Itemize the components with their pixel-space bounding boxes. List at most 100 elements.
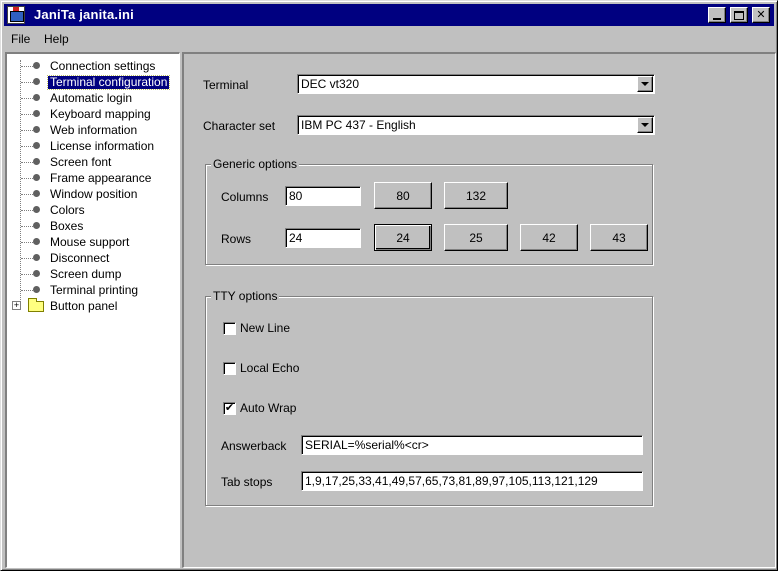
tree-item-automatic-login[interactable]: Automatic login — [7, 91, 177, 107]
leaf-node-icon — [33, 78, 40, 85]
rows-43-button[interactable]: 43 — [590, 224, 648, 251]
maximize-button[interactable] — [730, 7, 748, 23]
new-line-option[interactable]: New Line — [223, 321, 343, 337]
charset-select-value: IBM PC 437 - English — [301, 118, 416, 132]
tree-item-label: Screen font — [50, 155, 112, 169]
window-title: JaniTa janita.ini — [34, 7, 134, 22]
tree-connector — [21, 66, 33, 67]
tree-item-colors[interactable]: Colors — [7, 203, 177, 219]
settings-panel: Terminal DEC vt320 Character set IBM PC … — [182, 52, 776, 568]
tree-connector — [21, 162, 33, 163]
tree-connector — [21, 274, 33, 275]
tree-connector — [21, 146, 33, 147]
tree-item-label: Mouse support — [50, 235, 130, 249]
terminal-select[interactable]: DEC vt320 — [297, 74, 655, 94]
tree-connector — [21, 210, 33, 211]
answerback-label: Answerback — [221, 439, 287, 453]
new-line-checkbox[interactable] — [223, 322, 236, 335]
tree-item-label: Terminal configuration — [46, 75, 171, 90]
tree-connector — [21, 290, 33, 291]
tree-item-license-information[interactable]: License information — [7, 139, 177, 155]
rows-24-button[interactable]: 24 — [374, 224, 432, 251]
tree-connector — [21, 82, 33, 83]
menu-file[interactable]: File — [11, 32, 30, 46]
tree-item-mouse-support[interactable]: Mouse support — [7, 235, 177, 251]
minimize-icon — [713, 18, 721, 20]
app-icon[interactable] — [7, 6, 25, 24]
tree-item-keyboard-mapping[interactable]: Keyboard mapping — [7, 107, 177, 123]
tree-item-label: Disconnect — [50, 251, 110, 265]
tree-item-connection-settings[interactable]: Connection settings — [7, 59, 177, 75]
columns-label: Columns — [221, 190, 269, 204]
terminal-select-value: DEC vt320 — [301, 77, 360, 91]
tree-connector — [21, 178, 33, 179]
leaf-node-icon — [33, 62, 40, 69]
tree-item-label: Boxes — [50, 219, 84, 233]
expand-icon[interactable]: + — [12, 301, 21, 310]
leaf-node-icon — [33, 126, 40, 133]
tab-stops-input[interactable]: 1,9,17,25,33,41,49,57,65,73,81,89,97,105… — [301, 471, 643, 491]
app-window: JaniTa janita.ini ✕ File Help Connection… — [0, 0, 778, 571]
rows-42-button[interactable]: 42 — [520, 224, 578, 251]
leaf-node-icon — [33, 174, 40, 181]
title-bar[interactable]: JaniTa janita.ini ✕ — [4, 4, 774, 26]
rows-input[interactable]: 24 — [285, 228, 361, 248]
leaf-node-icon — [33, 158, 40, 165]
tree-item-screen-dump[interactable]: Screen dump — [7, 267, 177, 283]
tree-item-web-information[interactable]: Web information — [7, 123, 177, 139]
chevron-down-icon[interactable] — [637, 76, 653, 92]
tree-item-label: Keyboard mapping — [50, 107, 151, 121]
charset-select[interactable]: IBM PC 437 - English — [297, 115, 655, 135]
charset-label: Character set — [203, 119, 276, 133]
tree-item-label: Button panel — [50, 299, 118, 313]
tree-item-label: Window position — [50, 187, 138, 201]
tree-item-label: Screen dump — [50, 267, 122, 281]
new-line-label: New Line — [240, 321, 291, 335]
tree-item-frame-appearance[interactable]: Frame appearance — [7, 171, 177, 187]
rows-label: Rows — [221, 232, 252, 246]
auto-wrap-checkbox[interactable]: ✔ — [223, 402, 236, 415]
local-echo-option[interactable]: Local Echo — [223, 361, 343, 377]
tree-connector — [21, 226, 33, 227]
tree-connector — [21, 194, 33, 195]
tree-item-button-panel[interactable]: + Button panel — [7, 298, 177, 315]
leaf-node-icon — [33, 94, 40, 101]
chevron-down-icon[interactable] — [637, 117, 653, 133]
tty-options-title: TTY options — [211, 289, 280, 303]
tree-item-window-position[interactable]: Window position — [7, 187, 177, 203]
leaf-node-icon — [33, 190, 40, 197]
leaf-node-icon — [33, 222, 40, 229]
leaf-node-icon — [33, 110, 40, 117]
leaf-node-icon — [33, 286, 40, 293]
answerback-input[interactable]: SERIAL=%serial%<cr> — [301, 435, 643, 455]
menu-bar: File Help — [4, 29, 774, 49]
menu-help[interactable]: Help — [44, 32, 69, 46]
columns-80-button[interactable]: 80 — [374, 182, 432, 209]
leaf-node-icon — [33, 254, 40, 261]
tree-item-terminal-printing[interactable]: Terminal printing — [7, 283, 177, 299]
tree-item-terminal-configuration[interactable]: Terminal configuration — [7, 75, 177, 91]
columns-input[interactable]: 80 — [285, 186, 361, 206]
tree-item-disconnect[interactable]: Disconnect — [7, 251, 177, 267]
tree-item-label: Colors — [50, 203, 85, 217]
tree-item-label: License information — [50, 139, 155, 153]
close-icon: ✕ — [756, 8, 766, 21]
rows-25-button[interactable]: 25 — [444, 224, 508, 251]
tab-stops-label: Tab stops — [221, 475, 273, 489]
tree-connector — [21, 258, 33, 259]
tree-item-screen-font[interactable]: Screen font — [7, 155, 177, 171]
auto-wrap-label: Auto Wrap — [240, 401, 297, 415]
tree-item-label: Web information — [50, 123, 138, 137]
local-echo-label: Local Echo — [240, 361, 300, 375]
auto-wrap-option[interactable]: ✔ Auto Wrap — [223, 401, 343, 417]
leaf-node-icon — [33, 270, 40, 277]
settings-tree: Connection settings Terminal configurati… — [5, 52, 180, 568]
columns-132-button[interactable]: 132 — [444, 182, 508, 209]
tree-item-label: Frame appearance — [50, 171, 152, 185]
local-echo-checkbox[interactable] — [223, 362, 236, 375]
minimize-button[interactable] — [708, 7, 726, 23]
tree-item-boxes[interactable]: Boxes — [7, 219, 177, 235]
tree-connector — [21, 242, 33, 243]
tree-connector — [21, 98, 33, 99]
close-button[interactable]: ✕ — [752, 7, 770, 23]
